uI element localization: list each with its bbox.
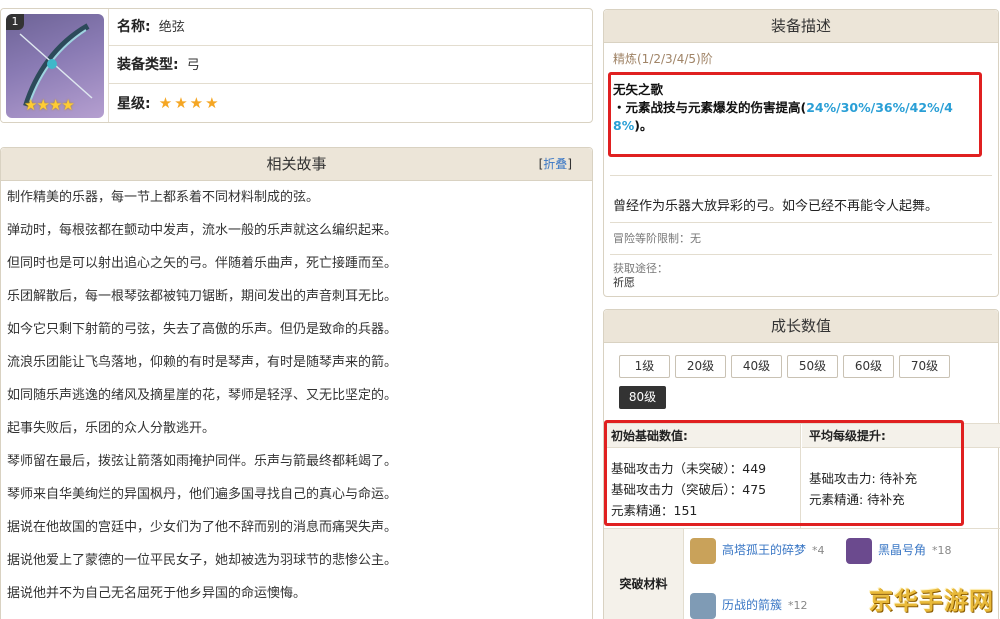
story-panel: 相关故事 [折叠] 制作精美的乐器，每一节上都系着不同材料制成的弦。弹动时，每根… bbox=[0, 147, 593, 619]
description-panel: 装备描述 精炼(1/2/3/4/5)阶 无矢之歌 ・元素战技与元素爆发的伤害提高… bbox=[603, 9, 999, 297]
story-lines: 制作精美的乐器，每一节上都系着不同材料制成的弦。弹动时，每根弦都在颤动中发声，流… bbox=[1, 181, 592, 616]
fold-link[interactable]: 折叠 bbox=[543, 157, 567, 171]
story-line: 起事失败后，乐团的众人分散逃开。 bbox=[7, 421, 216, 436]
divider bbox=[610, 254, 992, 255]
story-line: 制作精美的乐器，每一节上都系着不同材料制成的弦。 bbox=[7, 190, 320, 205]
growth-panel: 成长数值 1级 20级 40级 50级 60级 70级80级 初始基础数值: 基础攻击力（… bbox=[603, 309, 1000, 619]
site-watermark: 京华手游网 bbox=[869, 587, 994, 615]
material-item[interactable]: 历战的箭簇 *12 bbox=[690, 592, 808, 619]
rank-limit: 冒险等阶限制：无 bbox=[613, 232, 701, 245]
material-count: *4 bbox=[812, 544, 825, 557]
weapon-info-card: 1 ★★★★ 名称: 绝弦 装备类型: 弓 星级: ★★★★ bbox=[0, 8, 593, 123]
level-button[interactable]: 60级 bbox=[843, 355, 894, 378]
story-line: 据说在他故国的宫廷中，少女们为了他不辞而别的消息而痛哭失声。 bbox=[7, 520, 398, 535]
star-icon: ★★★★ bbox=[158, 94, 221, 112]
refine-badge: 1 bbox=[6, 14, 24, 30]
star-row: 星级: ★★★★ bbox=[109, 85, 592, 122]
material-icon bbox=[846, 537, 872, 564]
story-line: 乐团解散后，每一根琴弦都被钝刀锯断，期间发出的声音刺耳无比。 bbox=[7, 289, 398, 304]
divider bbox=[610, 222, 992, 223]
weapon-image: 1 ★★★★ bbox=[6, 14, 104, 118]
flavor-text: 曾经作为乐器大放异彩的弓。如今已经不再能令人起舞。 bbox=[613, 199, 939, 214]
name-label: 名称: bbox=[117, 19, 151, 35]
rarity-stars: ★★★★ bbox=[24, 96, 75, 114]
divider bbox=[610, 175, 992, 176]
story-line: 琴师来自华美绚烂的异国枫丹，他们遍多国寻找自己的真心与命运。 bbox=[7, 487, 398, 502]
star-label: 星级: bbox=[117, 96, 151, 112]
refine-levels: 精炼(1/2/3/4/5)阶 bbox=[613, 52, 713, 66]
story-header: 相关故事 [折叠] bbox=[1, 148, 592, 181]
materials-label: 突破材料 bbox=[604, 529, 684, 619]
level-button[interactable]: 70级 bbox=[899, 355, 950, 378]
level-button[interactable]: 80级 bbox=[619, 386, 666, 409]
type-row: 装备类型: 弓 bbox=[109, 47, 592, 84]
story-line: 据说他爱上了蒙德的一位平民女子，她却被选为羽球节的悲惨公主。 bbox=[7, 553, 398, 568]
material-icon bbox=[690, 592, 716, 619]
material-item[interactable]: 黑晶号角 *18 bbox=[846, 537, 952, 567]
story-title: 相关故事 bbox=[266, 155, 327, 173]
material-item[interactable]: 高塔孤王的碎梦 *4 bbox=[690, 537, 825, 567]
growth-title: 成长数值 bbox=[770, 317, 831, 335]
material-count: *12 bbox=[788, 599, 808, 612]
name-value: 绝弦 bbox=[158, 20, 185, 35]
description-title: 装备描述 bbox=[770, 17, 831, 35]
material-name[interactable]: 高塔孤王的碎梦 bbox=[722, 543, 806, 557]
material-count: *18 bbox=[932, 544, 952, 557]
highlight-box bbox=[604, 420, 964, 526]
level-button[interactable]: 1级 bbox=[619, 355, 670, 378]
name-row: 名称: 绝弦 bbox=[109, 9, 592, 46]
material-icon bbox=[690, 537, 716, 564]
growth-header: 成长数值 bbox=[604, 310, 998, 343]
type-value: 弓 bbox=[186, 58, 200, 73]
story-line: 如同随乐声逃逸的绪风及摘星崖的花，琴师是轻浮、又无比坚定的。 bbox=[7, 388, 398, 403]
material-name[interactable]: 黑晶号角 bbox=[878, 543, 926, 557]
source-value: 祈愿 bbox=[613, 276, 635, 289]
level-selector: 1级 20级 40级 50级 60级 70级 80级 bbox=[604, 343, 984, 417]
story-line: 据说他并不为自己无名屈死于他乡异国的命运懊悔。 bbox=[7, 586, 307, 601]
level-button[interactable]: 50级 bbox=[787, 355, 838, 378]
story-line: 弹动时，每根弦都在颤动中发声，流水一般的乐声就这么编织起来。 bbox=[7, 223, 398, 238]
type-label: 装备类型: bbox=[117, 57, 179, 73]
story-line: 琴师留在最后，拨弦让箭落如雨掩护同伴。乐声与箭最终都耗竭了。 bbox=[7, 454, 398, 469]
material-name[interactable]: 历战的箭簇 bbox=[722, 598, 782, 612]
level-button[interactable]: 20级 bbox=[675, 355, 726, 378]
description-header: 装备描述 bbox=[604, 10, 998, 43]
level-button[interactable]: 40级 bbox=[731, 355, 782, 378]
story-line: 如今它只剩下射箭的弓弦，失去了高傲的乐声。但仍是致命的兵器。 bbox=[7, 322, 398, 337]
story-line: 但同时也是可以射出追心之矢的弓。伴随着乐曲声，死亡接踵而至。 bbox=[7, 256, 398, 271]
weapon-thumbnail: 1 ★★★★ bbox=[1, 9, 109, 122]
fold-toggle[interactable]: [折叠] bbox=[539, 148, 572, 181]
story-line: 流浪乐团能让飞鸟落地，仰赖的有时是琴声，有时是随琴声来的箭。 bbox=[7, 355, 398, 370]
highlight-box bbox=[608, 72, 982, 157]
